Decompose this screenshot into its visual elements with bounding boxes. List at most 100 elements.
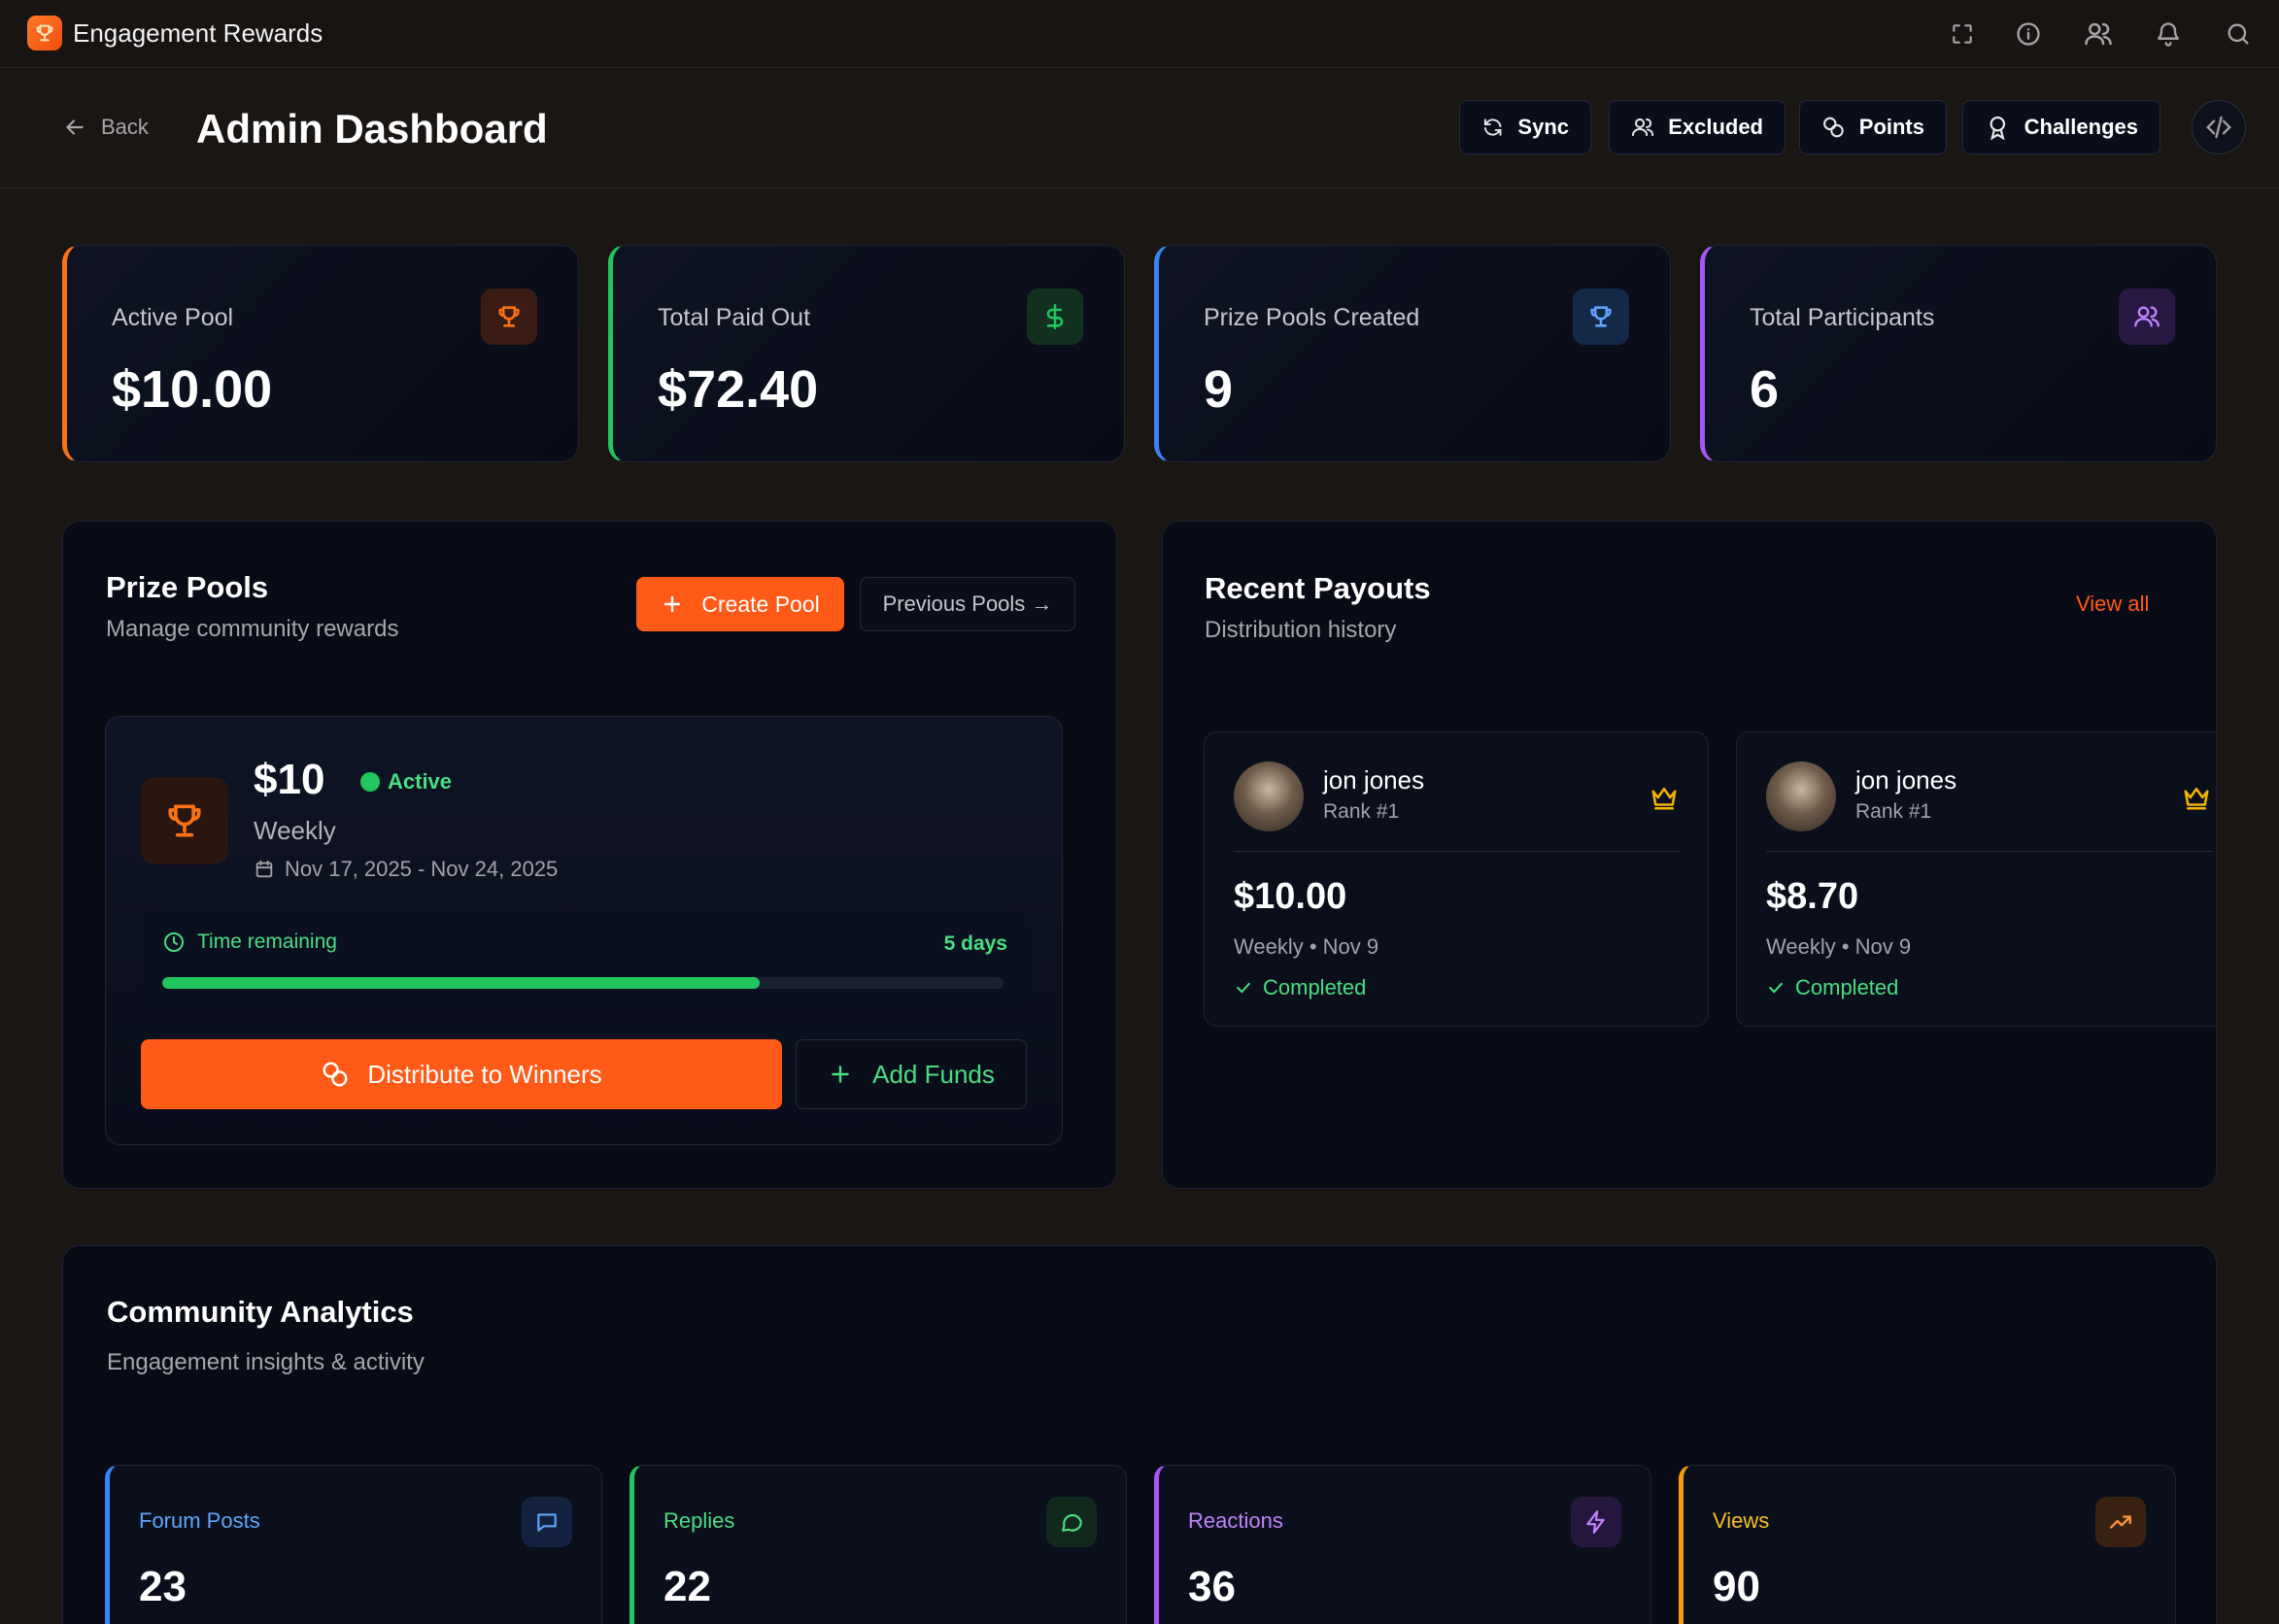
add-funds-button[interactable]: Add Funds: [796, 1039, 1027, 1109]
analytics-value: 22: [663, 1563, 711, 1610]
distribute-button[interactable]: Distribute to Winners: [141, 1039, 782, 1109]
stat-label: Prize Pools Created: [1204, 304, 1420, 331]
excluded-button[interactable]: Excluded: [1609, 100, 1786, 154]
users-icon[interactable]: [2081, 17, 2116, 51]
points-button[interactable]: Points: [1799, 100, 1947, 154]
top-bar: [0, 0, 2279, 68]
divider: [1766, 851, 2213, 852]
payout-status-label: Completed: [1263, 975, 1367, 999]
stat-value: $10.00: [112, 360, 273, 419]
dollar-icon: [1027, 288, 1083, 345]
analytics-title: Community Analytics: [107, 1295, 414, 1329]
analytics-value: 23: [139, 1563, 187, 1610]
trending-up-icon: [2095, 1497, 2146, 1547]
payout-rank: Rank #1: [1855, 800, 1932, 823]
message-square-icon: [522, 1497, 572, 1547]
calendar-icon: [255, 860, 273, 878]
payout-meta: Weekly • Nov 9: [1766, 934, 1912, 959]
analytics-value: 90: [1713, 1563, 1760, 1610]
pool-card: $10 Active Weekly Nov 17, 2025 - Nov 24,…: [105, 716, 1063, 1145]
recent-payouts-subtitle: Distribution history: [1205, 617, 1397, 643]
status-dot: [360, 772, 380, 792]
payout-name: jon jones: [1323, 765, 1425, 795]
payout-card[interactable]: jon jones Rank #1 $8.70 Weekly • Nov 9 C…: [1736, 731, 2216, 1027]
coins-icon: [1823, 117, 1844, 138]
analytics-card-views: Views 90: [1679, 1465, 2176, 1624]
crown-icon: [1650, 783, 1679, 812]
trophy-icon: [141, 777, 228, 864]
pool-dates-label: Nov 17, 2025 - Nov 24, 2025: [285, 857, 559, 881]
time-remaining-value: 5 days: [943, 932, 1007, 955]
bell-icon[interactable]: [2151, 17, 2186, 51]
time-remaining-box: Time remaining 5 days: [141, 911, 1029, 1008]
back-button[interactable]: Back: [62, 110, 149, 145]
pool-period: Weekly: [254, 816, 336, 845]
page-title: Admin Dashboard: [196, 106, 548, 152]
time-remaining: Time remaining: [162, 930, 337, 954]
analytics-label: Views: [1713, 1508, 1770, 1533]
arrow-left-icon: [65, 119, 84, 135]
app-title: Engagement Rewards: [73, 18, 323, 48]
analytics-card-reactions: Reactions 36: [1154, 1465, 1651, 1624]
analytics-value: 36: [1188, 1563, 1236, 1610]
app-logo: [27, 16, 62, 51]
stat-card-total-paid: Total Paid Out $72.40: [608, 245, 1125, 462]
payout-amount: $8.70: [1766, 876, 1859, 917]
stat-label: Total Paid Out: [658, 304, 811, 331]
stat-value: 6: [1750, 360, 1780, 419]
plus-icon: [832, 1066, 849, 1083]
plus-icon: [664, 595, 681, 613]
stat-label: Active Pool: [112, 304, 234, 331]
stat-value: 9: [1204, 360, 1234, 419]
stat-card-participants: Total Participants 6: [1700, 245, 2217, 462]
refresh-icon: [1483, 118, 1502, 136]
info-icon[interactable]: [2011, 17, 2046, 51]
progress-track: [162, 977, 1003, 989]
challenges-button[interactable]: Challenges: [1962, 100, 2160, 154]
zap-icon: [1571, 1497, 1621, 1547]
clock-icon: [164, 932, 184, 952]
users-icon: [2119, 288, 2175, 345]
create-pool-button[interactable]: Create Pool: [636, 577, 844, 631]
crown-icon: [2182, 783, 2211, 812]
trophy-icon: [1573, 288, 1629, 345]
prize-pools-title: Prize Pools: [106, 570, 269, 604]
previous-pools-button[interactable]: Previous Pools →: [860, 577, 1075, 631]
coins-icon: [323, 1062, 348, 1087]
divider: [1234, 851, 1681, 852]
status-badge: Active: [360, 769, 452, 795]
time-remaining-label: Time remaining: [197, 930, 337, 953]
sync-label: Sync: [1517, 115, 1569, 139]
pool-amount: $10: [254, 756, 325, 803]
payout-amount: $10.00: [1234, 876, 1347, 917]
sync-button[interactable]: Sync: [1459, 100, 1591, 154]
code-icon: [2205, 116, 2232, 139]
excluded-label: Excluded: [1668, 115, 1763, 139]
code-toggle-button[interactable]: [2192, 100, 2246, 154]
analytics-label: Reactions: [1188, 1508, 1283, 1533]
stat-label: Total Participants: [1750, 304, 1935, 331]
award-icon: [1990, 116, 2006, 141]
recent-payouts-panel: Recent Payouts Distribution history View…: [1162, 521, 2217, 1189]
analytics-subtitle: Engagement insights & activity: [107, 1349, 425, 1375]
payout-status: Completed: [1234, 975, 1366, 1000]
avatar: [1766, 761, 1836, 831]
stat-card-pools-created: Prize Pools Created 9: [1154, 245, 1671, 462]
check-icon: [1237, 982, 1250, 994]
distribute-label: Distribute to Winners: [367, 1059, 602, 1089]
back-label: Back: [101, 115, 149, 139]
payout-card[interactable]: jon jones Rank #1 $10.00 Weekly • Nov 9 …: [1204, 731, 1709, 1027]
payout-status: Completed: [1766, 975, 1898, 1000]
check-icon: [1769, 982, 1783, 994]
previous-pools-label: Previous Pools →: [882, 592, 1053, 616]
pool-dates: Nov 17, 2025 - Nov 24, 2025: [254, 857, 558, 882]
users-icon: [1632, 118, 1654, 137]
view-all-link[interactable]: View all: [2076, 592, 2149, 617]
stat-value: $72.40: [658, 360, 819, 419]
fullscreen-icon[interactable]: [1945, 17, 1980, 51]
status-label: Active: [388, 769, 453, 794]
prize-pools-subtitle: Manage community rewards: [106, 616, 399, 642]
create-pool-label: Create Pool: [701, 591, 820, 617]
progress-fill: [162, 977, 760, 989]
search-icon[interactable]: [2221, 17, 2256, 51]
